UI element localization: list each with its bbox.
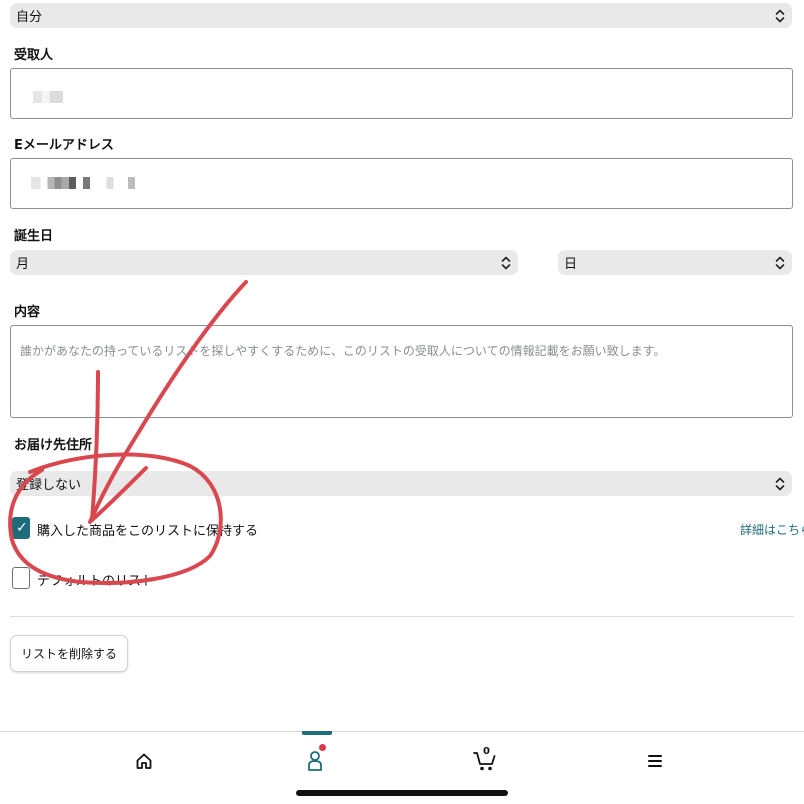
chevron-updown-icon: [500, 255, 512, 271]
content-label: 内容: [14, 305, 41, 320]
recipient-input[interactable]: [10, 68, 793, 119]
shipping-address-select[interactable]: 登録しない: [10, 471, 792, 496]
checkmark-icon: ✓: [16, 520, 28, 536]
content-textarea[interactable]: 誰かがあなたの持っているリストを探しやすくするために、このリストの受取人について…: [10, 325, 793, 418]
active-tab-indicator: [302, 731, 332, 735]
nav-account[interactable]: [300, 744, 330, 778]
shipping-label: お届け先住所: [14, 438, 93, 453]
birth-month-value: 月: [16, 257, 30, 272]
nav-cart[interactable]: 0: [470, 746, 500, 778]
relationship-select-value: 自分: [16, 10, 43, 25]
account-icon: [306, 750, 324, 776]
birth-month-select[interactable]: 月: [10, 250, 518, 275]
email-input[interactable]: [10, 158, 793, 209]
redacted-text: [31, 177, 149, 189]
menu-icon: [647, 753, 663, 773]
keep-purchased-checkbox[interactable]: ✓: [12, 517, 30, 539]
nav-menu[interactable]: [640, 748, 670, 778]
birth-day-value: 日: [564, 257, 578, 272]
section-divider: [10, 616, 794, 617]
notification-dot: [319, 744, 326, 751]
content-placeholder: 誰かがあなたの持っているリストを探しやすくするために、このリストの受取人について…: [20, 344, 666, 358]
birth-day-select[interactable]: 日: [558, 250, 792, 275]
keep-purchased-label: 購入した商品をこのリストに保持する: [37, 524, 259, 539]
details-link[interactable]: 詳細はこちら: [740, 521, 804, 538]
shipping-address-value: 登録しない: [16, 478, 82, 493]
chevron-updown-icon: [774, 255, 786, 271]
cart-count: 0: [483, 746, 490, 757]
delete-list-button[interactable]: リストを削除する: [10, 635, 129, 672]
home-indicator: [296, 790, 508, 796]
chevron-updown-icon: [774, 8, 786, 24]
chevron-updown-icon: [774, 476, 786, 492]
birthday-label: 誕生日: [14, 229, 54, 244]
default-list-checkbox[interactable]: [12, 567, 30, 589]
default-list-label: デフォルトのリスト: [37, 574, 155, 589]
redacted-text: [33, 91, 63, 103]
relationship-select[interactable]: 自分: [10, 3, 792, 28]
nav-home[interactable]: [129, 748, 159, 778]
recipient-label: 受取人: [14, 48, 54, 63]
email-label: Eメールアドレス: [14, 138, 114, 153]
home-icon: [135, 752, 153, 774]
